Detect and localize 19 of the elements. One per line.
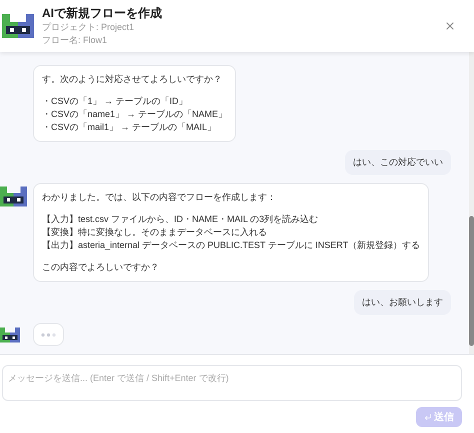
message-text: 【出力】asteria_internal データベースの PUBLIC.TEST テーブルに INSERT（新規登録）する <box>42 239 420 252</box>
message-text: 【入力】test.csv ファイルから、ID・NAME・MAIL の3列を読み込む <box>42 213 320 226</box>
message-text: ・CSVの「1」 → テーブルの「ID」 <box>42 95 189 108</box>
message-text: ・CSVの「name1」 → テーブルの「NAME」 <box>42 108 228 121</box>
message-text: す。次のように対応させてよろしいですか？ <box>42 73 223 86</box>
dots-icon <box>41 332 56 336</box>
message-text: この内容でよろしいですか？ <box>42 261 160 274</box>
flow-label: フロー名: Flow1 <box>42 34 108 47</box>
message-text: 【変換】特に変換なし。そのままデータベースに入れる <box>42 226 268 239</box>
message-text: はい、この対応でいい <box>353 156 443 169</box>
message-text: はい、お願いします <box>362 296 443 309</box>
message-text: わかりました。では、以下の内容でフローを作成します： <box>42 191 277 204</box>
dialog-title: AIで新規フローを作成 <box>42 5 163 21</box>
project-label: プロジェクト: Project1 <box>42 21 136 34</box>
enter-icon <box>424 413 432 421</box>
close-icon <box>444 20 456 32</box>
message-text: ・CSVの「mail1」 → テーブルの「MAIL」 <box>42 121 218 134</box>
scrollbar[interactable] <box>469 52 474 354</box>
message-input[interactable]: メッセージを送信... (Enter で送信 / Shift+Enter で改行) <box>2 365 462 401</box>
